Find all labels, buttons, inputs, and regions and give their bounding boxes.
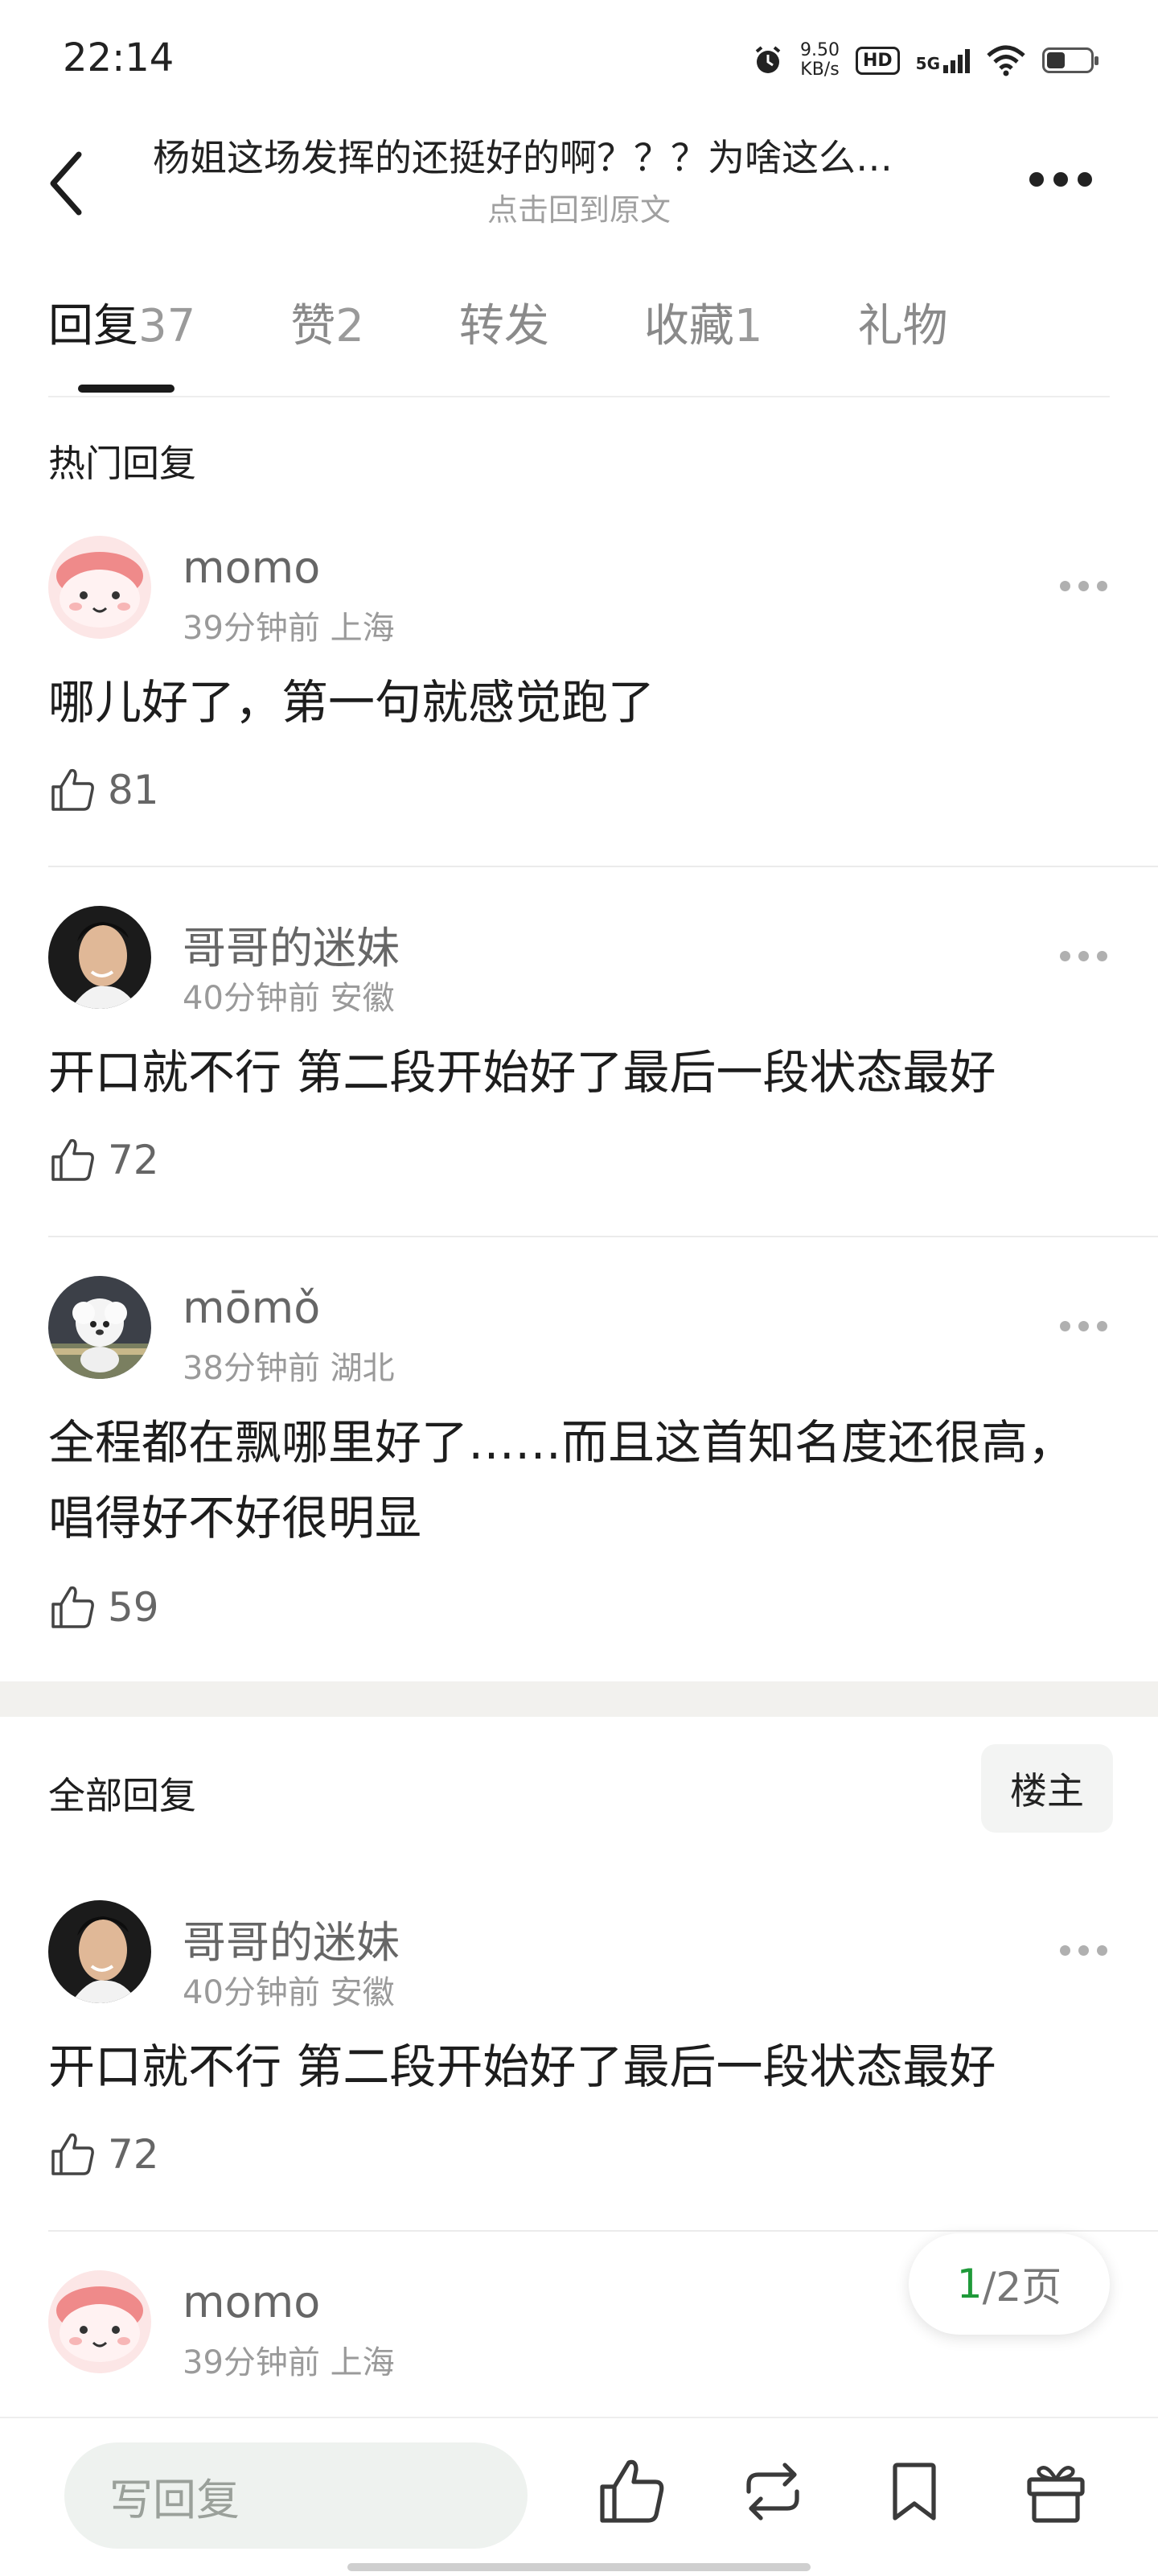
thumbs-up-icon bbox=[51, 1586, 94, 1628]
like-count: 81 bbox=[108, 767, 159, 813]
tab-gifts[interactable]: 礼物 bbox=[858, 290, 948, 362]
username[interactable]: mōmǒ bbox=[183, 1282, 320, 1333]
avatar[interactable] bbox=[48, 2270, 151, 2373]
comment-meta: 39分钟前 上海 bbox=[183, 610, 395, 647]
avatar[interactable] bbox=[48, 1276, 151, 1379]
comment-text: 全程都在飘哪里好了……而且这首知名度还很高，唱得好不好很明显 bbox=[48, 1415, 1075, 1545]
status-time: 22:14 bbox=[63, 35, 175, 80]
net-speed: 9.50 KB/s bbox=[799, 40, 840, 80]
like-icon[interactable] bbox=[595, 2455, 667, 2528]
comment-text: 开口就不行 第二段开始好了最后一段状态最好 bbox=[48, 1045, 996, 1100]
owner-only-button[interactable]: 楼主 bbox=[981, 1744, 1113, 1833]
thumbs-up-icon bbox=[51, 2133, 94, 2175]
like-button[interactable]: 72 bbox=[48, 2130, 159, 2179]
like-button[interactable]: 72 bbox=[48, 1136, 159, 1184]
comment-more-icon[interactable] bbox=[1060, 1321, 1110, 1334]
signal-icon: 5G bbox=[916, 47, 970, 73]
thumbs-up-icon bbox=[51, 768, 94, 811]
avatar[interactable] bbox=[48, 906, 151, 1009]
thumbs-up-icon bbox=[51, 1138, 94, 1181]
battery-icon bbox=[1042, 47, 1098, 73]
username[interactable]: momo bbox=[183, 542, 320, 593]
comment-more-icon[interactable] bbox=[1060, 951, 1110, 964]
comment-divider bbox=[48, 2230, 1158, 2232]
bottom-action-bar: 写回复 bbox=[0, 2417, 1158, 2576]
tab-replies[interactable]: 回复37 bbox=[48, 290, 195, 362]
active-tab-indicator bbox=[78, 385, 175, 393]
tab-divider bbox=[48, 396, 1110, 397]
username[interactable]: 哥哥的迷妹 bbox=[183, 1907, 400, 1970]
tab-bar: 回复37 赞2 转发 收藏1 礼物 bbox=[48, 290, 1043, 362]
home-indicator[interactable] bbox=[347, 2563, 811, 2571]
status-bar: 22:14 9.50 KB/s HD 5G bbox=[0, 0, 1158, 121]
like-count: 59 bbox=[108, 1584, 159, 1631]
tab-reposts[interactable]: 转发 bbox=[459, 290, 549, 362]
like-count: 72 bbox=[108, 1137, 159, 1183]
comment-divider bbox=[48, 866, 1158, 867]
wifi-icon bbox=[987, 45, 1025, 76]
bookmark-icon[interactable] bbox=[878, 2455, 951, 2528]
avatar[interactable] bbox=[48, 1900, 151, 2003]
repost-icon[interactable] bbox=[737, 2455, 809, 2528]
section-separator bbox=[0, 1681, 1158, 1717]
comment-meta: 38分钟前 湖北 bbox=[183, 1350, 395, 1387]
alarm-icon bbox=[755, 46, 781, 73]
tab-favorites[interactable]: 收藏1 bbox=[644, 290, 763, 362]
comment-meta: 40分钟前 安徽 bbox=[183, 980, 395, 1017]
like-button[interactable]: 81 bbox=[48, 766, 159, 814]
comment-divider bbox=[48, 1236, 1158, 1237]
avatar[interactable] bbox=[48, 536, 151, 639]
comment-meta: 39分钟前 上海 bbox=[183, 2344, 395, 2381]
back-to-original-link[interactable]: 点击回到原文 bbox=[0, 185, 1158, 229]
comment-more-icon[interactable] bbox=[1060, 581, 1110, 594]
more-options-icon[interactable] bbox=[1029, 167, 1102, 191]
hd-icon: HD bbox=[855, 46, 900, 75]
network-type: 5G bbox=[915, 54, 940, 73]
comment-meta: 40分钟前 安徽 bbox=[183, 1974, 395, 2011]
username[interactable]: 哥哥的迷妹 bbox=[183, 912, 400, 976]
hot-replies-title: 热门回复 bbox=[48, 442, 196, 485]
comment-more-icon[interactable] bbox=[1060, 1945, 1110, 1958]
like-button[interactable]: 59 bbox=[48, 1583, 159, 1632]
tab-likes[interactable]: 赞2 bbox=[290, 290, 364, 362]
username[interactable]: momo bbox=[183, 2277, 320, 2327]
all-replies-title: 全部回复 bbox=[48, 1774, 196, 1817]
page-indicator[interactable]: 1/2页 bbox=[909, 2233, 1110, 2335]
comment-text: 开口就不行 第二段开始好了最后一段状态最好 bbox=[48, 2039, 996, 2094]
gift-icon[interactable] bbox=[1020, 2455, 1092, 2528]
like-count: 72 bbox=[108, 2131, 159, 2178]
comment-text: 哪儿好了，第一句就感觉跑了 bbox=[48, 675, 655, 730]
post-title[interactable]: 杨姐这场发挥的还挺好的啊？？？为啥这么… bbox=[153, 129, 997, 182]
header: 杨姐这场发挥的还挺好的啊？？？为啥这么… 点击回到原文 bbox=[0, 121, 1158, 233]
status-icons: 9.50 KB/s HD 5G bbox=[752, 32, 1098, 88]
reply-input[interactable]: 写回复 bbox=[64, 2442, 528, 2549]
